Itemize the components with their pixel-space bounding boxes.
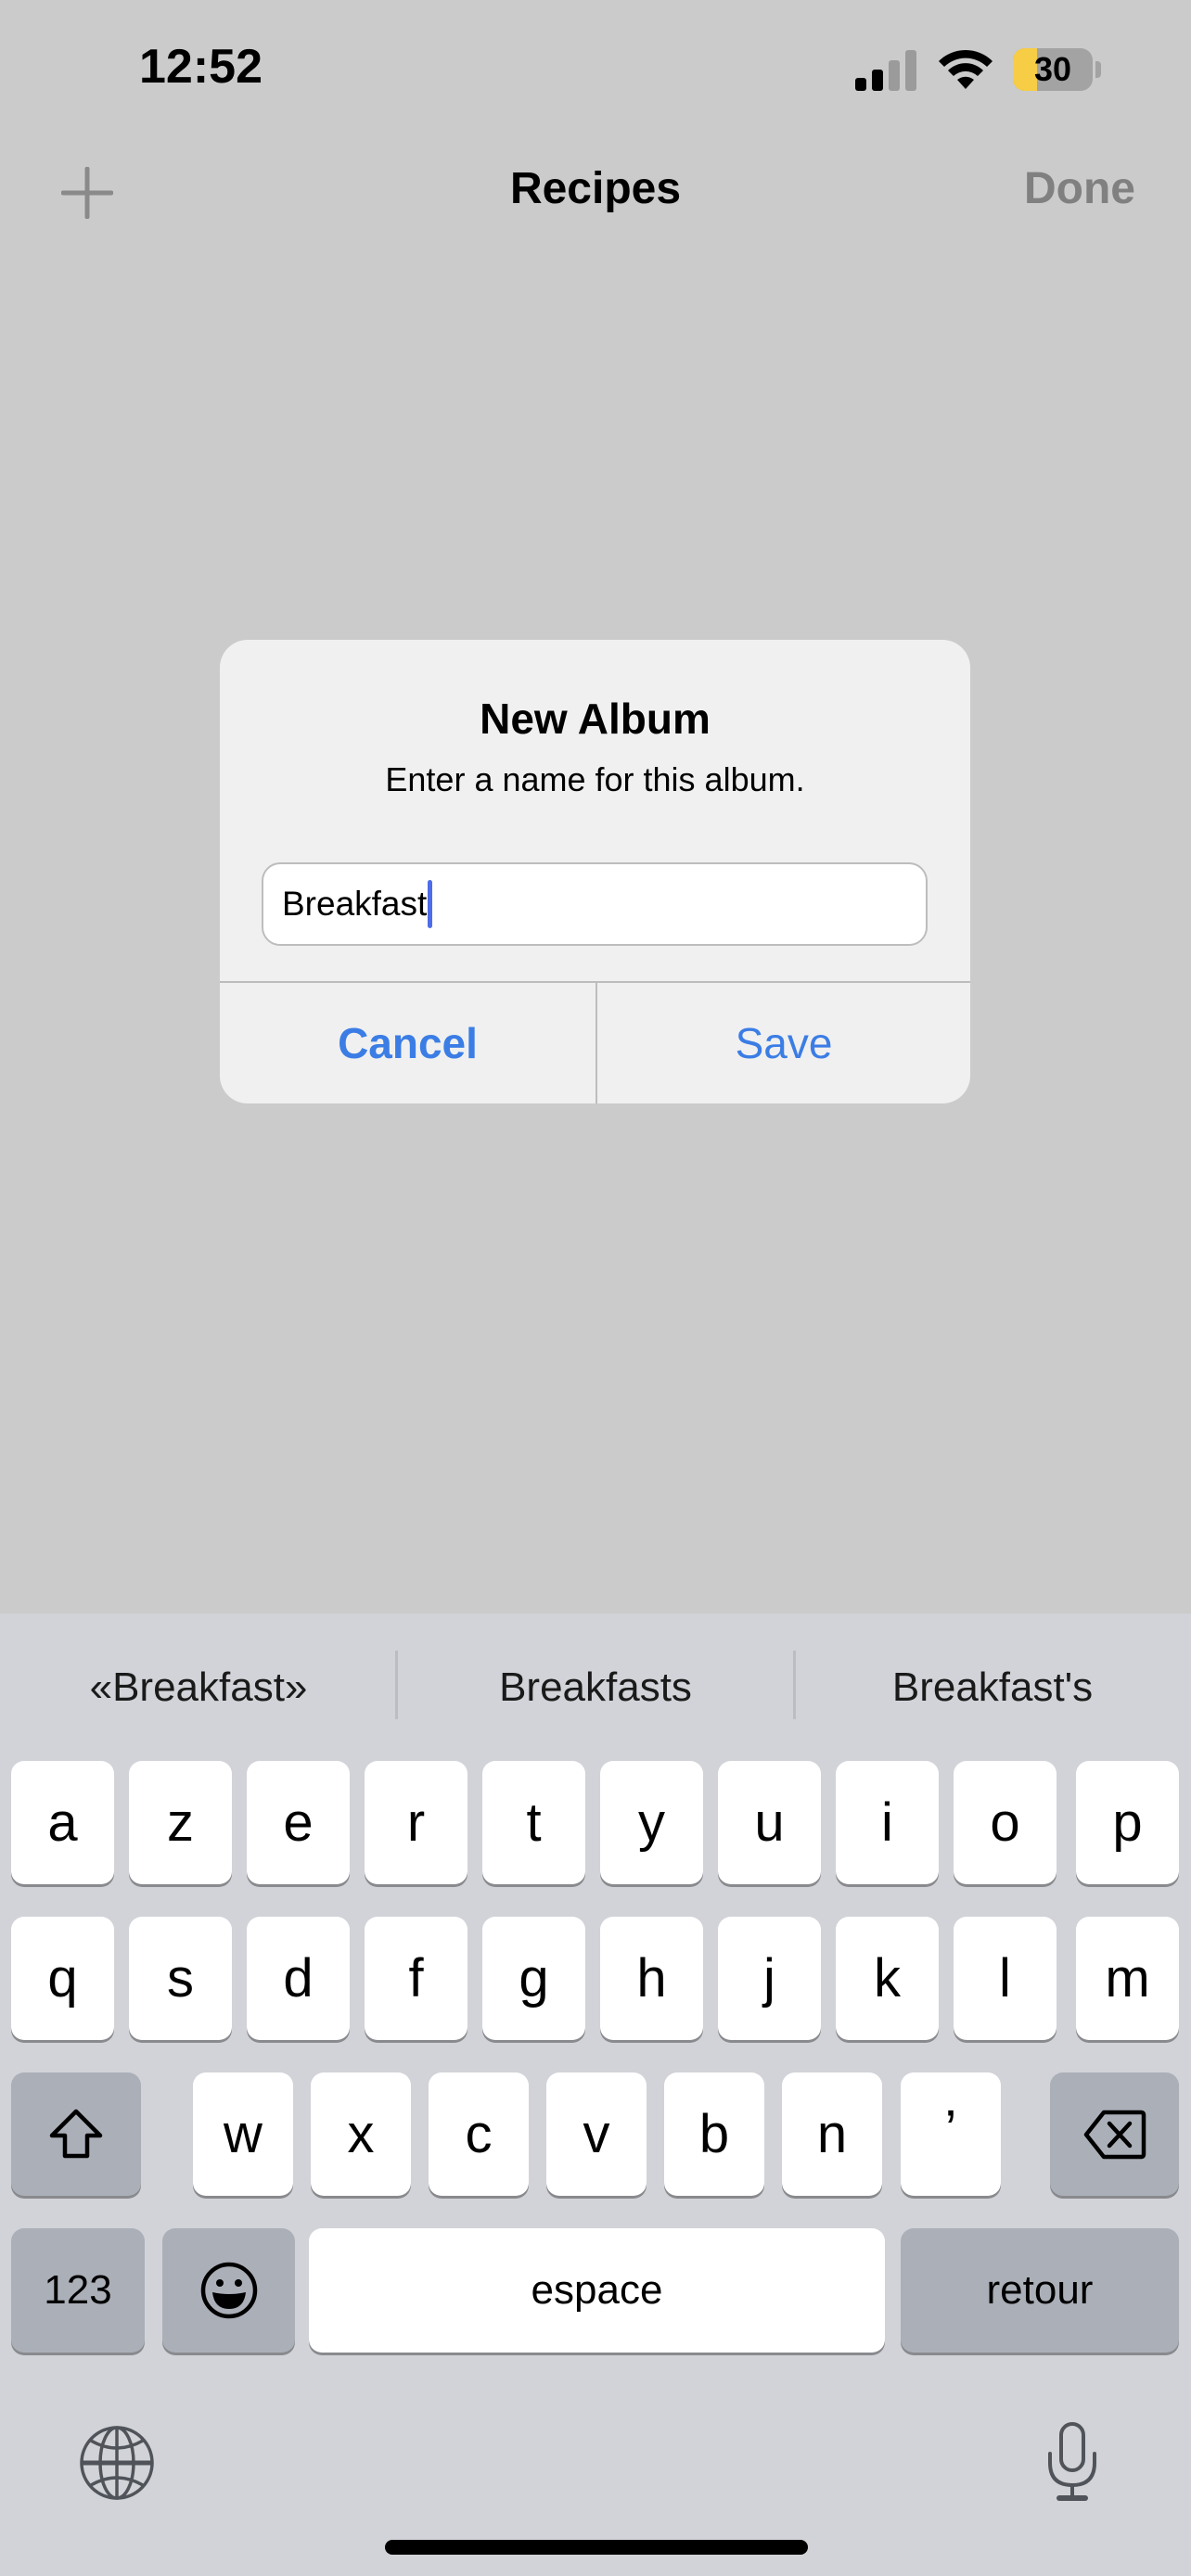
key-s[interactable]: s xyxy=(129,1917,232,2040)
key-e[interactable]: e xyxy=(247,1761,350,1884)
battery-indicator: 30 xyxy=(1013,48,1093,91)
text-cursor xyxy=(428,880,433,928)
done-button[interactable]: Done xyxy=(1024,163,1135,214)
suggestion-item[interactable]: Breakfast's xyxy=(794,1651,1191,1725)
shift-icon xyxy=(49,2109,103,2158)
key-d[interactable]: d xyxy=(247,1917,350,2040)
dialog-message: Enter a name for this album. xyxy=(385,760,805,798)
key-u[interactable]: u xyxy=(718,1761,821,1884)
key-j[interactable]: j xyxy=(718,1917,821,2040)
key-x[interactable]: x xyxy=(311,2072,411,2196)
key-p[interactable]: p xyxy=(1076,1761,1179,1884)
key-h[interactable]: h xyxy=(600,1917,703,2040)
key-f[interactable]: f xyxy=(365,1917,467,2040)
return-key-label: retour xyxy=(986,2267,1094,2313)
key-k[interactable]: k xyxy=(836,1917,939,2040)
home-indicator[interactable] xyxy=(385,2540,808,2555)
key-b[interactable]: b xyxy=(664,2072,764,2196)
page-title: Recipes xyxy=(509,164,682,213)
suggestion-item[interactable]: «Breakfast» xyxy=(0,1651,397,1725)
delete-icon xyxy=(1083,2110,1146,2159)
emoji-key[interactable] xyxy=(162,2228,295,2353)
suggestion-item[interactable]: Breakfasts xyxy=(397,1651,794,1725)
globe-icon[interactable] xyxy=(78,2424,156,2502)
key-c[interactable]: c xyxy=(429,2072,529,2196)
cancel-button[interactable]: Cancel xyxy=(220,983,596,1103)
battery-tip xyxy=(1095,61,1101,78)
key-l[interactable]: l xyxy=(954,1917,1057,2040)
delete-key[interactable] xyxy=(1050,2072,1179,2196)
cellular-signal-icon xyxy=(855,50,916,91)
key-w[interactable]: w xyxy=(193,2072,293,2196)
album-name-value: Breakfast xyxy=(282,885,428,923)
return-key[interactable]: retour xyxy=(901,2228,1179,2353)
key-apostrophe[interactable]: ’ xyxy=(901,2072,1001,2196)
key-z[interactable]: z xyxy=(129,1761,232,1884)
key-q[interactable]: q xyxy=(11,1917,114,2040)
dialog-title: New Album xyxy=(480,695,711,743)
numbers-key[interactable]: 123 xyxy=(11,2228,145,2353)
microphone-icon[interactable] xyxy=(1039,2420,1106,2504)
key-n[interactable]: n xyxy=(782,2072,882,2196)
battery-percent: 30 xyxy=(1033,50,1072,88)
key-r[interactable]: r xyxy=(365,1761,467,1884)
shift-key[interactable] xyxy=(11,2072,141,2196)
space-key-label: espace xyxy=(531,2267,663,2313)
key-v[interactable]: v xyxy=(546,2072,647,2196)
key-a[interactable]: a xyxy=(11,1761,114,1884)
key-m[interactable]: m xyxy=(1076,1917,1179,2040)
new-album-dialog: New Album Enter a name for this album. B… xyxy=(220,640,970,1103)
save-button[interactable]: Save xyxy=(597,983,970,1103)
key-i[interactable]: i xyxy=(836,1761,939,1884)
key-t[interactable]: t xyxy=(482,1761,585,1884)
key-g[interactable]: g xyxy=(482,1917,585,2040)
key-y[interactable]: y xyxy=(600,1761,703,1884)
key-o[interactable]: o xyxy=(954,1761,1057,1884)
emoji-icon xyxy=(200,2262,257,2319)
status-time: 12:52 xyxy=(139,40,263,94)
album-name-input[interactable]: Breakfast xyxy=(262,862,928,946)
wifi-icon xyxy=(939,49,992,89)
space-key[interactable]: espace xyxy=(309,2228,885,2353)
numbers-key-label: 123 xyxy=(44,2267,112,2313)
